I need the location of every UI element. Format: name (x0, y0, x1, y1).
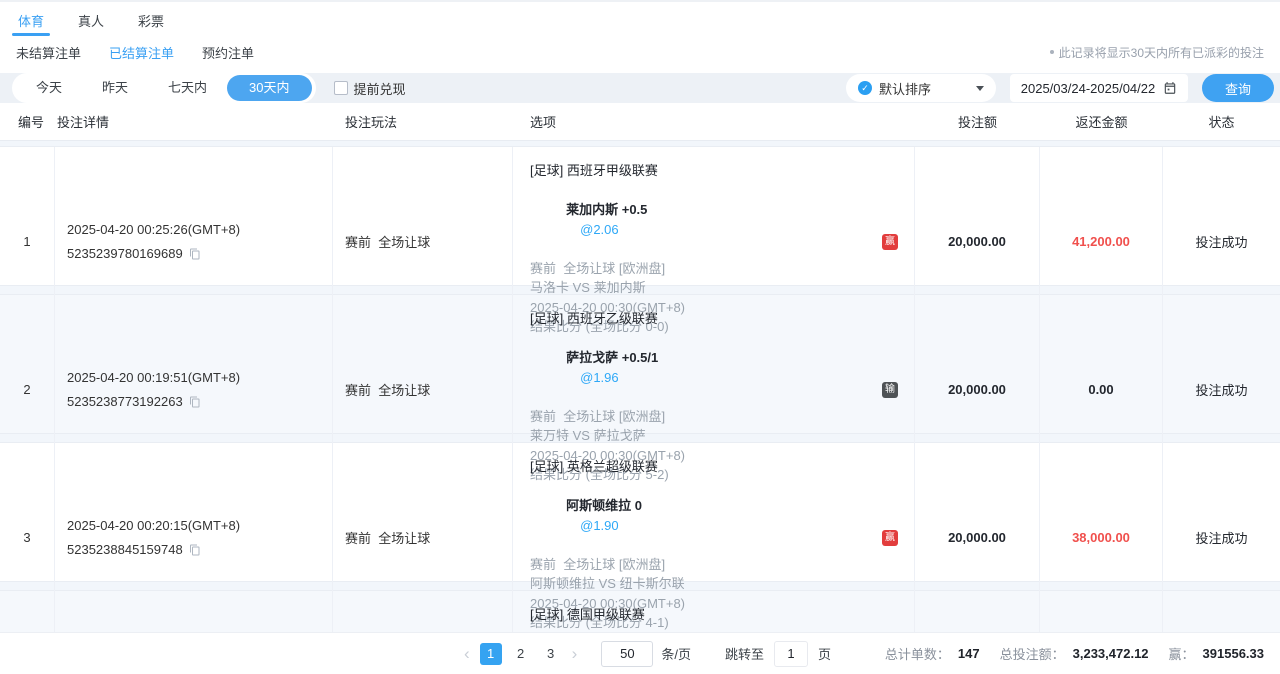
pick-name: 萨拉戈萨 +0.5/1 (566, 350, 658, 365)
pagination: ‹ 1 2 3 › 条/页 跳转至 页 (462, 641, 831, 667)
range-yesterday-button[interactable]: 昨天 (82, 73, 148, 103)
page-label: 页 (818, 644, 831, 663)
bet-id: 5235238773192263 (67, 392, 183, 412)
tab-lottery[interactable]: 彩票 (136, 2, 166, 36)
win-badge: 赢 (882, 234, 898, 250)
win-badge: 赢 (882, 530, 898, 546)
next-page-icon[interactable]: › (570, 644, 580, 664)
totals-summary: 总计单数： 147 总投注额： 3,233,472.12 赢： 391556.3… (885, 644, 1264, 663)
range-30days-button[interactable]: 30天内 (227, 75, 311, 101)
bet-id: 5235238845159748 (67, 540, 183, 560)
table-row: 2 2025-04-20 00:19:51(GMT+8) 52352387731… (0, 294, 1280, 434)
page-3-button[interactable]: 3 (540, 643, 562, 665)
league-name: [足球] 德国甲级联赛 (530, 605, 914, 625)
copy-icon[interactable] (189, 248, 201, 260)
total-win-label: 赢： (1169, 644, 1195, 663)
pick-name: 阿斯顿维拉 0 (566, 498, 642, 513)
search-button[interactable]: 查询 (1202, 74, 1274, 102)
record-note-text: 此记录将显示30天内所有已派彩的投注 (1059, 44, 1264, 61)
table-row: 1 2025-04-20 00:25:26(GMT+8) 52352397801… (0, 146, 1280, 286)
footer-bar: ‹ 1 2 3 › 条/页 跳转至 页 总计单数： 147 总投注额： 3,23… (0, 632, 1280, 674)
league-name: [足球] 英格兰超级联赛 (530, 457, 914, 477)
row-number (0, 591, 55, 633)
calendar-icon (1163, 81, 1177, 95)
top-tab-bar: 体育 真人 彩票 (0, 0, 1280, 36)
cashout-filter[interactable]: 提前兑现 (334, 79, 406, 98)
col-payout: 返还金额 (1040, 112, 1163, 131)
odds-value: @1.96 (580, 370, 619, 385)
per-page-label: 条/页 (661, 644, 691, 663)
pick-name: 莱加内斯 +0.5 (566, 202, 647, 217)
bet-status (1163, 591, 1280, 633)
date-range-input[interactable]: 2025/03/24-2025/04/22 (1010, 74, 1188, 102)
sort-dropdown[interactable]: ✓ 默认排序 (846, 74, 996, 102)
page-1-button[interactable]: 1 (480, 643, 502, 665)
record-note: 此记录将显示30天内所有已派彩的投注 (1050, 44, 1264, 61)
tab-live[interactable]: 真人 (76, 2, 106, 36)
odds-value: @2.06 (580, 222, 619, 237)
col-detail: 投注详情 (55, 112, 333, 131)
date-range-value: 2025/03/24-2025/04/22 (1021, 81, 1155, 96)
page-2-button[interactable]: 2 (510, 643, 532, 665)
table-row: 3 2025-04-20 00:20:15(GMT+8) 52352388451… (0, 442, 1280, 582)
settled-bets-page: 体育 真人 彩票 未结算注单 已结算注单 预约注单 此记录将显示30天内所有已派… (0, 0, 1280, 674)
total-count-label: 总计单数： (885, 644, 950, 663)
play-detail: 赛前 全场让球 [欧洲盘] (530, 259, 914, 279)
filter-right-group: ✓ 默认排序 2025/03/24-2025/04/22 查询 (846, 74, 1274, 102)
pick-line: 莱加内斯 +0.5 @2.06 (530, 181, 914, 259)
chevron-down-icon (976, 86, 984, 91)
tab-sports[interactable]: 体育 (16, 2, 46, 36)
subtab-unsettled[interactable]: 未结算注单 (16, 43, 81, 62)
copy-icon[interactable] (189, 544, 201, 556)
total-stake-value: 3,233,472.12 (1073, 646, 1149, 661)
subtab-settled[interactable]: 已结算注单 (109, 43, 174, 62)
cashout-label: 提前兑现 (354, 79, 406, 98)
total-win-value: 391556.33 (1203, 646, 1264, 661)
bet-id: 5235239780169689 (67, 244, 183, 264)
pick-line: 萨拉戈萨 +0.5/1 @1.96 (530, 329, 914, 407)
bet-time: 2025-04-20 00:20:15(GMT+8) (67, 516, 332, 536)
col-amount: 投注额 (915, 112, 1040, 131)
sub-tab-bar: 未结算注单 已结算注单 预约注单 此记录将显示30天内所有已派彩的投注 (0, 36, 1280, 68)
col-number: 编号 (0, 112, 55, 131)
bet-play-cell (333, 591, 513, 633)
bet-option-cell: [足球] 德国甲级联赛 (513, 591, 915, 633)
total-count-value: 147 (958, 646, 980, 661)
play-detail: 赛前 全场让球 [欧洲盘] (530, 407, 914, 427)
check-circle-icon: ✓ (858, 81, 872, 95)
copy-icon[interactable] (189, 396, 201, 408)
bet-amount (915, 591, 1040, 633)
total-stake-label: 总投注额： (1000, 644, 1065, 663)
bullet-icon (1050, 50, 1054, 54)
bet-detail-cell (55, 591, 333, 633)
table-body: 1 2025-04-20 00:25:26(GMT+8) 52352397801… (0, 141, 1280, 633)
pick-line: 阿斯顿维拉 0 @1.90 (530, 477, 914, 555)
odds-value: @1.90 (580, 518, 619, 533)
prev-page-icon[interactable]: ‹ (462, 644, 472, 664)
sort-label: 默认排序 (879, 79, 931, 98)
league-name: [足球] 西班牙乙级联赛 (530, 309, 914, 329)
jump-page-input[interactable] (774, 641, 808, 667)
page-size-input[interactable] (601, 641, 653, 667)
bet-time: 2025-04-20 00:25:26(GMT+8) (67, 220, 332, 240)
table-header: 编号 投注详情 投注玩法 选项 投注额 返还金额 状态 (0, 103, 1280, 141)
play-detail: 赛前 全场让球 [欧洲盘] (530, 555, 914, 575)
table-row: [足球] 德国甲级联赛 (0, 590, 1280, 633)
date-range-group: 今天 昨天 七天内 30天内 (12, 73, 316, 103)
payout-amount (1040, 591, 1163, 633)
range-today-button[interactable]: 今天 (16, 73, 82, 103)
jump-label: 跳转至 (725, 644, 764, 663)
subtab-reserved[interactable]: 预约注单 (202, 43, 254, 62)
filter-bar: 今天 昨天 七天内 30天内 提前兑现 ✓ 默认排序 2025/03/24-20… (0, 73, 1280, 103)
range-7days-button[interactable]: 七天内 (148, 73, 227, 103)
cashout-checkbox[interactable] (334, 81, 348, 95)
league-name: [足球] 西班牙甲级联赛 (530, 161, 914, 181)
col-option: 选项 (513, 112, 915, 131)
bet-time: 2025-04-20 00:19:51(GMT+8) (67, 368, 332, 388)
jump-group: 跳转至 页 (725, 641, 831, 667)
col-play: 投注玩法 (333, 112, 513, 131)
lose-badge: 输 (882, 382, 898, 398)
col-status: 状态 (1163, 112, 1280, 131)
